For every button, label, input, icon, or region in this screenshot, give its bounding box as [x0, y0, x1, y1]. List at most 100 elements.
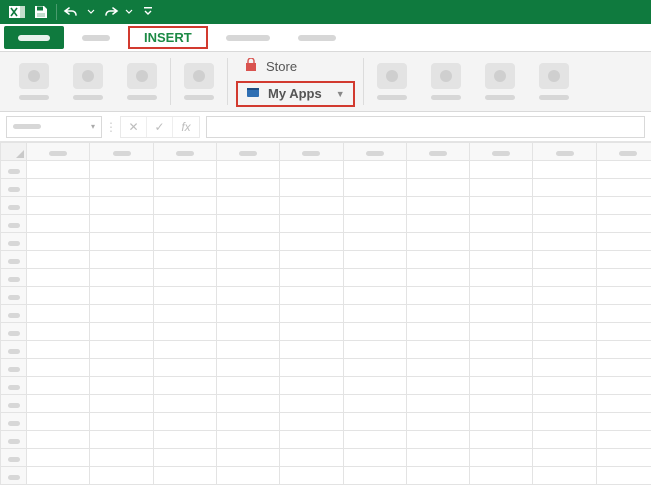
cell[interactable]: [153, 449, 216, 467]
cell[interactable]: [280, 251, 343, 269]
cell[interactable]: [90, 287, 153, 305]
cell[interactable]: [343, 215, 406, 233]
cell[interactable]: [533, 233, 596, 251]
enter-button[interactable]: ✓: [147, 117, 173, 137]
cell[interactable]: [216, 341, 279, 359]
cell[interactable]: [406, 341, 469, 359]
cell[interactable]: [343, 197, 406, 215]
cell[interactable]: [216, 431, 279, 449]
column-header[interactable]: [470, 143, 533, 161]
ribbon-button-5[interactable]: [372, 63, 412, 100]
cell[interactable]: [27, 251, 90, 269]
fx-button[interactable]: fx: [173, 117, 199, 137]
cell[interactable]: [90, 233, 153, 251]
redo-dropdown-icon[interactable]: [123, 1, 135, 23]
cell[interactable]: [27, 215, 90, 233]
cell[interactable]: [533, 305, 596, 323]
cell[interactable]: [596, 341, 651, 359]
cell[interactable]: [406, 413, 469, 431]
cell[interactable]: [533, 161, 596, 179]
cell[interactable]: [533, 287, 596, 305]
cell[interactable]: [27, 233, 90, 251]
cell[interactable]: [533, 359, 596, 377]
cell[interactable]: [27, 269, 90, 287]
cell[interactable]: [27, 305, 90, 323]
cell[interactable]: [533, 377, 596, 395]
cell[interactable]: [406, 197, 469, 215]
cell[interactable]: [470, 359, 533, 377]
cell[interactable]: [216, 251, 279, 269]
cell[interactable]: [406, 395, 469, 413]
redo-icon[interactable]: [99, 1, 121, 23]
cell[interactable]: [596, 395, 651, 413]
cell[interactable]: [153, 431, 216, 449]
cell[interactable]: [27, 359, 90, 377]
cell[interactable]: [27, 287, 90, 305]
cell[interactable]: [90, 305, 153, 323]
cell[interactable]: [596, 305, 651, 323]
cell[interactable]: [153, 251, 216, 269]
cell[interactable]: [280, 287, 343, 305]
cell[interactable]: [153, 341, 216, 359]
cell[interactable]: [153, 305, 216, 323]
tab-insert[interactable]: INSERT: [128, 26, 208, 49]
column-header[interactable]: [343, 143, 406, 161]
cell[interactable]: [90, 359, 153, 377]
cell[interactable]: [153, 197, 216, 215]
cell[interactable]: [470, 413, 533, 431]
cell[interactable]: [343, 233, 406, 251]
cell[interactable]: [280, 377, 343, 395]
undo-dropdown-icon[interactable]: [85, 1, 97, 23]
cell[interactable]: [153, 215, 216, 233]
cell[interactable]: [280, 431, 343, 449]
ribbon-button-2[interactable]: [68, 63, 108, 100]
cell[interactable]: [216, 233, 279, 251]
cell[interactable]: [533, 269, 596, 287]
cell[interactable]: [27, 467, 90, 485]
row-header[interactable]: [1, 431, 27, 449]
formula-input[interactable]: [206, 116, 645, 138]
cell[interactable]: [470, 269, 533, 287]
cell[interactable]: [596, 233, 651, 251]
cell[interactable]: [470, 251, 533, 269]
cell[interactable]: [406, 377, 469, 395]
cell[interactable]: [280, 341, 343, 359]
cell[interactable]: [343, 449, 406, 467]
ribbon-button-1[interactable]: [14, 63, 54, 100]
cell[interactable]: [27, 161, 90, 179]
cell[interactable]: [27, 179, 90, 197]
cell[interactable]: [596, 467, 651, 485]
cell[interactable]: [533, 197, 596, 215]
cell[interactable]: [406, 287, 469, 305]
cell[interactable]: [153, 287, 216, 305]
column-header[interactable]: [596, 143, 651, 161]
cell[interactable]: [596, 251, 651, 269]
row-header[interactable]: [1, 323, 27, 341]
cell[interactable]: [216, 179, 279, 197]
row-header[interactable]: [1, 197, 27, 215]
store-button[interactable]: Store: [236, 56, 355, 77]
cell[interactable]: [216, 161, 279, 179]
name-box[interactable]: ▾: [6, 116, 102, 138]
cell[interactable]: [90, 197, 153, 215]
column-header[interactable]: [90, 143, 153, 161]
cell[interactable]: [343, 161, 406, 179]
cell[interactable]: [153, 323, 216, 341]
cell[interactable]: [27, 413, 90, 431]
cell[interactable]: [216, 413, 279, 431]
cell[interactable]: [280, 359, 343, 377]
cell[interactable]: [280, 215, 343, 233]
cell[interactable]: [596, 359, 651, 377]
cell[interactable]: [596, 215, 651, 233]
cell[interactable]: [533, 395, 596, 413]
cell[interactable]: [470, 161, 533, 179]
cell[interactable]: [406, 359, 469, 377]
cell[interactable]: [280, 179, 343, 197]
row-header[interactable]: [1, 449, 27, 467]
cell[interactable]: [343, 341, 406, 359]
cell[interactable]: [596, 197, 651, 215]
cell[interactable]: [596, 413, 651, 431]
cell[interactable]: [280, 395, 343, 413]
cell[interactable]: [153, 359, 216, 377]
cell[interactable]: [280, 449, 343, 467]
